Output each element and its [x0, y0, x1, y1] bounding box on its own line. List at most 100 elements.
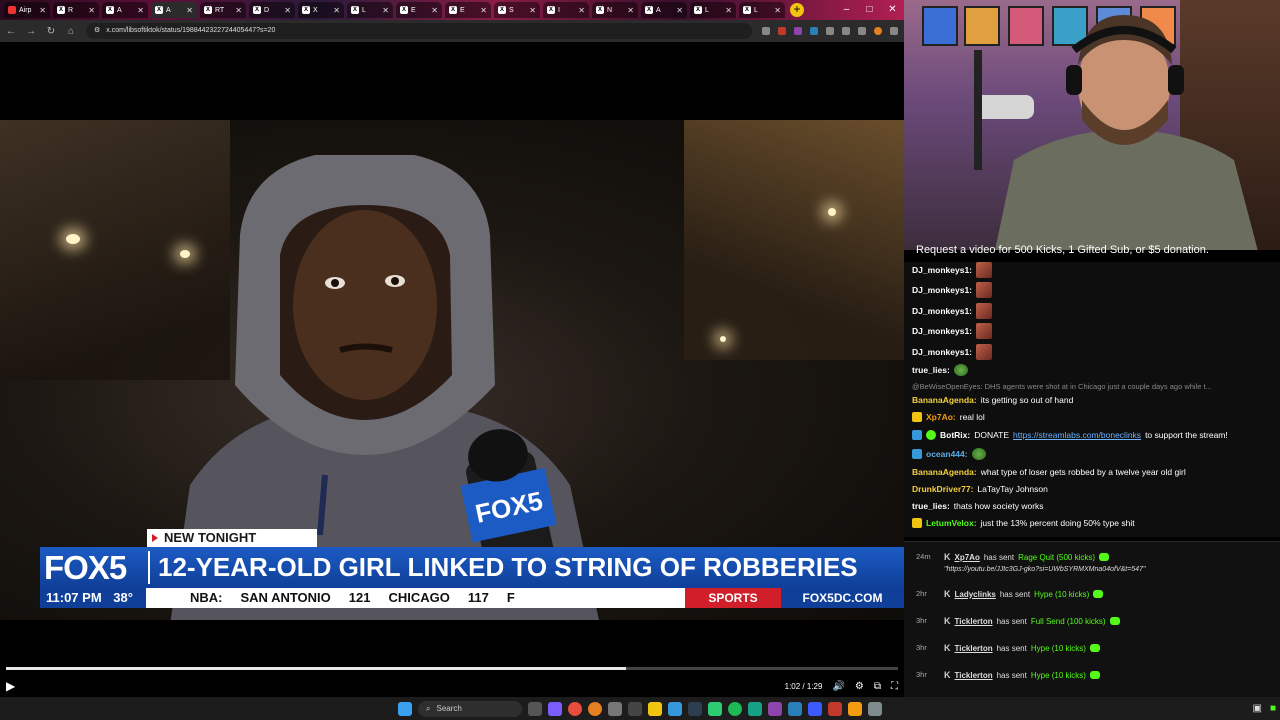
tray-icon[interactable]: ■ [1270, 703, 1276, 714]
browser-tab[interactable]: X X ✕ [298, 2, 344, 18]
tab-close-icon[interactable]: ✕ [39, 6, 46, 15]
event-username[interactable]: Ticklerton [955, 671, 993, 680]
app-icon[interactable] [848, 701, 862, 716]
app-icon[interactable] [808, 701, 822, 716]
browser-tab[interactable]: X A ✕ [102, 2, 148, 18]
settings-icon[interactable]: ⚙ [855, 681, 864, 692]
app-icon[interactable] [668, 701, 682, 716]
browser-tab[interactable]: X I ✕ [543, 2, 589, 18]
video-frame[interactable]: FOX5 NEW TONIGHT FOX5 12-YEAR-OLD GIRL L… [0, 120, 904, 620]
extension-icon[interactable] [810, 27, 818, 35]
tab-close-icon[interactable]: ✕ [137, 6, 144, 15]
tab-close-icon[interactable]: ✕ [627, 6, 634, 15]
browser-tab[interactable]: X D ✕ [249, 2, 295, 18]
browser-tab[interactable]: X E ✕ [396, 2, 442, 18]
task-view-icon[interactable] [528, 701, 542, 716]
chat-username[interactable]: BananaAgenda: [912, 467, 977, 477]
extension-icon[interactable] [778, 27, 786, 35]
extension-icon[interactable] [842, 27, 850, 35]
reload-icon[interactable]: ↻ [46, 26, 56, 37]
home-icon[interactable]: ⌂ [66, 26, 76, 37]
volume-icon[interactable]: 🔊 [832, 681, 844, 692]
chat-username[interactable]: Xp7Ao: [926, 412, 956, 422]
tab-close-icon[interactable]: ✕ [578, 6, 585, 15]
tab-close-icon[interactable]: ✕ [676, 6, 683, 15]
browser-tab[interactable]: Airp ✕ [4, 2, 50, 18]
tab-close-icon[interactable]: ✕ [284, 6, 291, 15]
chat-username[interactable]: BananaAgenda: [912, 395, 977, 405]
chat-username[interactable]: DJ_monkeys1: [912, 265, 972, 275]
back-icon[interactable]: ← [6, 26, 16, 37]
app-icon[interactable] [608, 701, 622, 716]
chat-username[interactable]: LetumVelox: [926, 518, 977, 528]
tab-close-icon[interactable]: ✕ [186, 6, 193, 15]
pip-icon[interactable]: ⧉ [874, 681, 881, 692]
browser-tab[interactable]: X E ✕ [445, 2, 491, 18]
event-username[interactable]: Ticklerton [955, 644, 993, 653]
chat-username[interactable]: ocean444: [926, 449, 968, 459]
chrome-icon[interactable] [568, 701, 582, 716]
event-username[interactable]: Ladyclinks [955, 590, 996, 599]
site-info-icon[interactable]: ⚙ [94, 23, 100, 39]
extension-icon[interactable] [794, 27, 802, 35]
browser-tab[interactable]: X L ✕ [690, 2, 736, 18]
tab-close-icon[interactable]: ✕ [725, 6, 732, 15]
chat-username[interactable]: DJ_monkeys1: [912, 326, 972, 336]
app-icon[interactable] [868, 701, 882, 716]
fullscreen-icon[interactable]: ⛶ [891, 681, 898, 692]
profile-icon[interactable] [874, 27, 882, 35]
tab-close-icon[interactable]: ✕ [774, 6, 781, 15]
app-icon[interactable] [748, 701, 762, 716]
event-username[interactable]: Xp7Ao [955, 553, 980, 562]
extension-icon[interactable] [762, 27, 770, 35]
download-icon[interactable] [858, 27, 866, 35]
menu-icon[interactable] [890, 27, 898, 35]
spotify-icon[interactable] [728, 701, 742, 716]
app-icon[interactable] [828, 701, 842, 716]
browser-tab[interactable]: X N ✕ [592, 2, 638, 18]
browser-tab[interactable]: X A ✕ [151, 2, 197, 18]
tab-close-icon[interactable]: ✕ [88, 6, 95, 15]
tab-close-icon[interactable]: ✕ [235, 6, 242, 15]
chat-username[interactable]: DrunkDriver77: [912, 484, 973, 494]
chat-username[interactable]: DJ_monkeys1: [912, 285, 972, 295]
event-username[interactable]: Ticklerton [955, 617, 993, 626]
forward-icon[interactable]: → [26, 26, 36, 37]
chat-username[interactable]: true_lies: [912, 365, 950, 375]
tab-close-icon[interactable]: ✕ [529, 6, 536, 15]
chat-username[interactable]: DJ_monkeys1: [912, 347, 972, 357]
browser-tab[interactable]: X R ✕ [53, 2, 99, 18]
tray-icon[interactable]: ▣ [1253, 703, 1262, 714]
maximize-button[interactable]: □ [858, 0, 881, 20]
chat-username[interactable]: DJ_monkeys1: [912, 306, 972, 316]
tab-close-icon[interactable]: ✕ [480, 6, 487, 15]
chat-link[interactable]: https://streamlabs.com/boneclinks [1013, 430, 1141, 440]
url-field[interactable]: ⚙ x.com/libsoftiktok/status/198844232272… [86, 23, 752, 39]
file-explorer-icon[interactable] [648, 701, 662, 716]
app-icon[interactable] [688, 701, 702, 716]
chrome-icon[interactable] [588, 701, 602, 716]
browser-tab[interactable]: X L ✕ [739, 2, 785, 18]
extension-icon[interactable] [826, 27, 834, 35]
app-icon[interactable] [708, 701, 722, 716]
taskbar-search[interactable]: ⌕ Search [418, 700, 522, 717]
video-progress-bar[interactable] [6, 667, 898, 670]
minimize-button[interactable]: – [835, 0, 858, 20]
tab-close-icon[interactable]: ✕ [333, 6, 340, 15]
play-icon[interactable]: ▶ [6, 679, 15, 693]
chat-username[interactable]: true_lies: [912, 501, 950, 511]
app-icon[interactable] [628, 701, 642, 716]
browser-tab[interactable]: X A ✕ [641, 2, 687, 18]
app-icon[interactable] [768, 701, 782, 716]
close-button[interactable]: ✕ [881, 0, 904, 20]
copilot-icon[interactable] [548, 701, 562, 716]
chat-username[interactable]: BotRix: [940, 430, 970, 440]
app-icon[interactable] [788, 701, 802, 716]
windows-start-icon[interactable] [398, 701, 412, 716]
tab-close-icon[interactable]: ✕ [382, 6, 389, 15]
browser-tab[interactable]: X RT ✕ [200, 2, 246, 18]
browser-tab[interactable]: X S ✕ [494, 2, 540, 18]
browser-tab[interactable]: X L ✕ [347, 2, 393, 18]
tab-close-icon[interactable]: ✕ [431, 6, 438, 15]
new-tab-button[interactable]: + [790, 3, 804, 17]
